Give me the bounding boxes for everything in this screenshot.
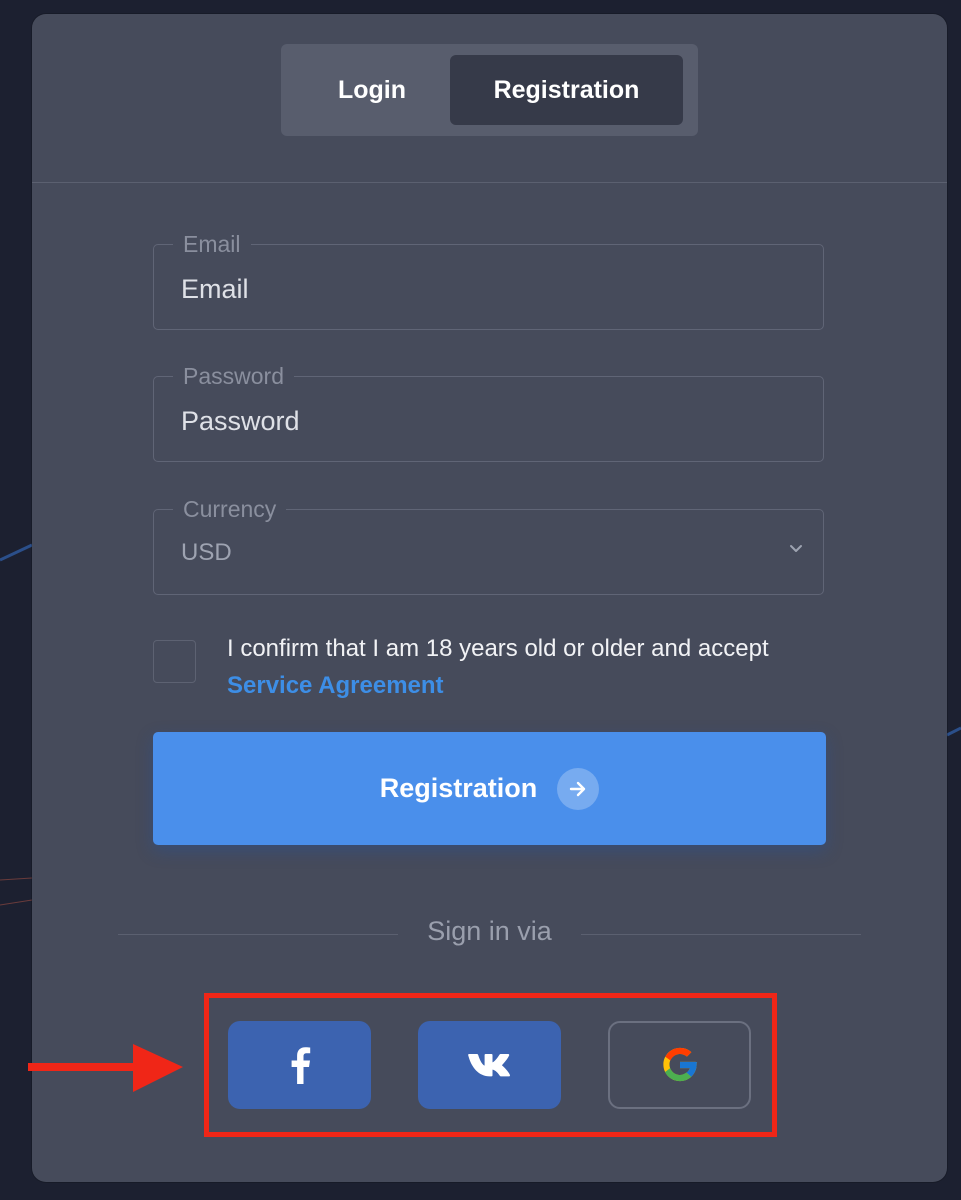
- tab-login[interactable]: Login: [294, 55, 450, 125]
- currency-legend: Currency: [173, 495, 287, 523]
- registration-submit-button[interactable]: Registration: [153, 732, 826, 845]
- age-confirm-label: I confirm that I am 18 years old or olde…: [227, 630, 827, 704]
- pointer-arrow-icon: [28, 1044, 183, 1092]
- auth-tabs: Login Registration: [281, 44, 698, 136]
- header-divider: [32, 182, 947, 183]
- currency-select[interactable]: Currency USD: [153, 495, 824, 595]
- tab-registration[interactable]: Registration: [450, 55, 683, 125]
- password-legend: Password: [173, 362, 294, 390]
- signin-via-heading: Sign in via: [427, 916, 552, 946]
- age-confirm-text: I confirm that I am 18 years old or olde…: [227, 635, 769, 662]
- email-legend: Email: [173, 230, 251, 258]
- password-field: Password: [153, 362, 824, 462]
- email-field: Email: [153, 230, 824, 330]
- age-confirm-checkbox[interactable]: [153, 640, 196, 683]
- arrow-right-icon: [557, 767, 600, 810]
- chevron-down-icon: [790, 545, 802, 552]
- social-highlight-box: [204, 993, 777, 1137]
- signin-divider-left: [118, 934, 398, 935]
- registration-submit-label: Registration: [379, 773, 538, 803]
- password-input[interactable]: [181, 403, 781, 439]
- currency-value: USD: [181, 539, 232, 566]
- service-agreement-link[interactable]: Service Agreement: [227, 667, 444, 704]
- email-input[interactable]: [181, 271, 781, 307]
- signin-divider-right: [581, 934, 861, 935]
